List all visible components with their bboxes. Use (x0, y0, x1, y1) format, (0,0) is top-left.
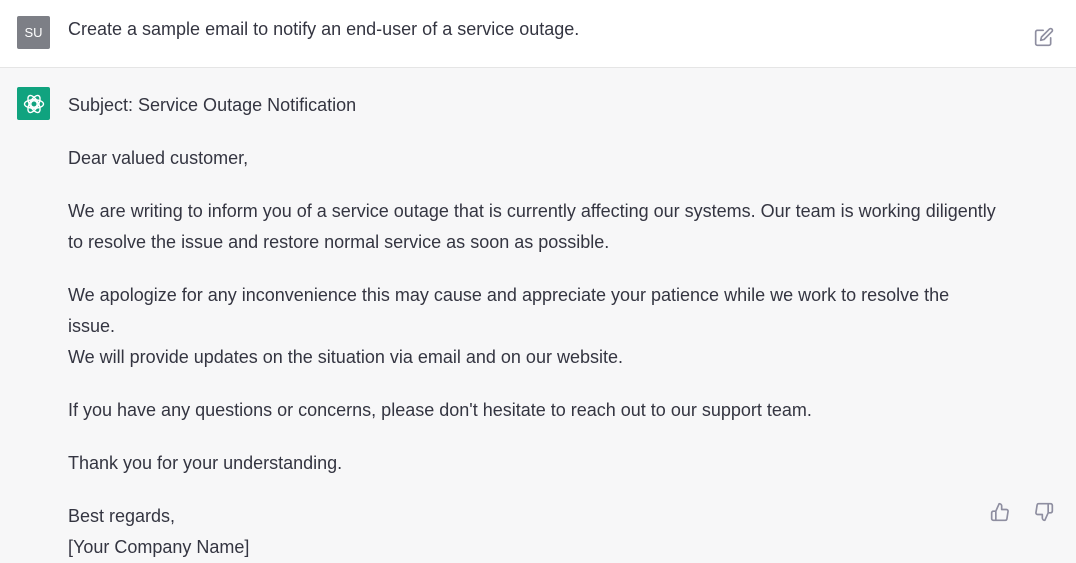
assistant-avatar (17, 87, 50, 120)
email-paragraph-3: If you have any questions or concerns, p… (68, 400, 812, 420)
thumbs-up-icon (990, 502, 1009, 522)
email-paragraph-2-line-2: We will provide updates on the situation… (68, 347, 623, 367)
email-paragraph-1-line-1: We are writing to inform you of a servic… (68, 201, 996, 221)
user-avatar-initials: SU (24, 25, 43, 40)
openai-logo-icon (23, 94, 44, 113)
thumbs-down-icon (1035, 502, 1054, 522)
email-subject: Subject: Service Outage Notification (68, 95, 357, 115)
email-paragraph-4: Thank you for your understanding. (68, 453, 343, 473)
assistant-reply: Subject: Service Outage Notification Dea… (68, 90, 998, 563)
email-signature: [Your Company Name] (68, 537, 250, 557)
email-paragraph-2: We apologize for any inconvenience this … (68, 280, 998, 373)
assistant-message-row: Subject: Service Outage Notification Dea… (0, 68, 1076, 557)
thumbs-up-button[interactable] (990, 502, 1010, 522)
user-message-text: Create a sample email to notify an end-u… (68, 19, 580, 39)
edit-message-button[interactable] (1034, 27, 1054, 47)
email-paragraph-1: We are writing to inform you of a servic… (68, 196, 998, 258)
thumbs-down-button[interactable] (1034, 502, 1054, 522)
edit-icon (1034, 27, 1054, 47)
email-paragraph-1-line-2: to resolve the issue and restore normal … (68, 232, 610, 252)
user-message-row: SU Create a sample email to notify an en… (0, 0, 1076, 68)
email-greeting: Dear valued customer, (68, 148, 249, 168)
email-paragraph-2-line-1: We apologize for any inconvenience this … (68, 285, 950, 336)
email-closing: Best regards, (68, 506, 176, 526)
user-avatar: SU (17, 16, 50, 49)
